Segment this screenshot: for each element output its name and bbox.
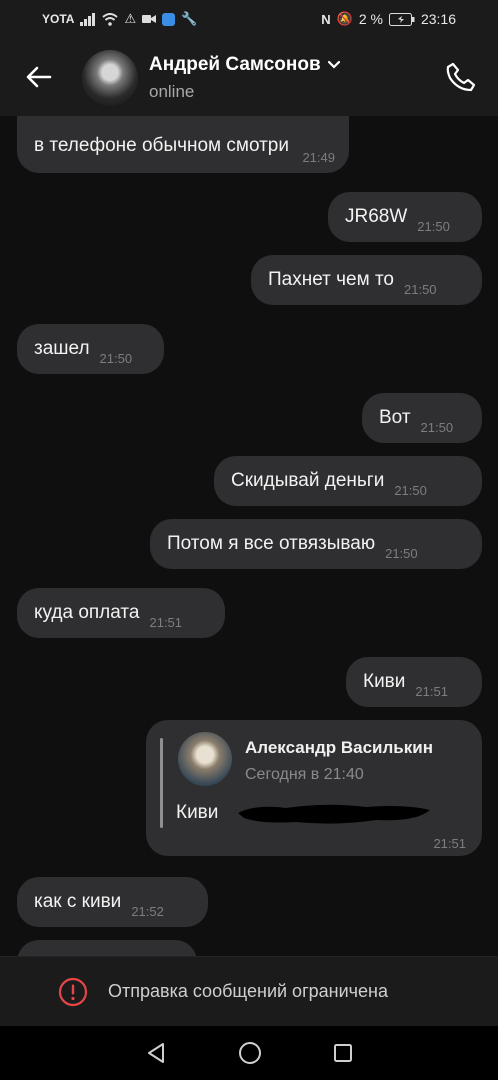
- carrier-label: YOTA: [42, 12, 75, 26]
- message-time: 21:51: [149, 615, 183, 630]
- message-bubble[interactable]: Пахнет чем то 21:50: [251, 255, 482, 305]
- message-time: 21:50: [420, 420, 454, 435]
- nav-back-icon[interactable]: [145, 1042, 167, 1064]
- message-bubble[interactable]: Киви 21:51: [346, 657, 482, 707]
- forward-date: Сегодня в 21:40: [245, 766, 364, 783]
- contact-status: online: [149, 82, 195, 101]
- message-bubble[interactable]: Потом я все отвязываю 21:50: [150, 519, 482, 569]
- message-time: 21:50: [404, 282, 437, 297]
- forward-quote-bar: [160, 738, 163, 828]
- message-text: Киви: [363, 671, 406, 692]
- message-time: 21:49: [302, 150, 335, 165]
- redaction-scribble: [238, 804, 430, 824]
- wrench-icon: 🔧: [181, 11, 198, 26]
- forwarded-message[interactable]: Александр Василькин Сегодня в 21:40 Киви…: [146, 720, 482, 856]
- video-icon: [142, 15, 157, 23]
- message-bubble[interactable]: как с киви 21:52: [17, 877, 208, 927]
- signal-icon: [80, 12, 96, 26]
- message-bubble[interactable]: JR68W 21:50: [328, 192, 482, 242]
- back-arrow-icon[interactable]: [22, 60, 56, 94]
- message-text: в телефоне обычном смотри: [34, 135, 289, 156]
- contact-avatar[interactable]: [82, 50, 138, 106]
- message-text: куда оплата: [34, 602, 140, 623]
- contact-name: Андрей Самсонов: [149, 54, 321, 75]
- message-bubble[interactable]: [17, 940, 197, 956]
- clock: 23:16: [420, 11, 456, 27]
- message-bubble[interactable]: Вот 21:50: [362, 393, 482, 443]
- nav-home-icon[interactable]: [238, 1041, 262, 1065]
- forward-text: Киви: [176, 802, 219, 823]
- message-text: Вот: [379, 407, 411, 428]
- message-list[interactable]: в телефоне обычном смотри 21:49 JR68W 21…: [0, 116, 498, 956]
- restricted-text: Отправка сообщений ограничена: [108, 981, 388, 1001]
- system-nav-bar: [0, 1026, 498, 1080]
- message-text: зашел: [34, 338, 90, 359]
- message-time: 21:50: [417, 219, 450, 234]
- message-text: JR68W: [345, 206, 408, 227]
- message-bubble[interactable]: в телефоне обычном смотри 21:49: [17, 116, 349, 173]
- message-time: 21:51: [433, 836, 466, 851]
- alert-icon: ⚠: [124, 11, 137, 26]
- message-time: 21:50: [99, 351, 133, 366]
- warning-icon: [58, 977, 88, 1006]
- message-text: Потом я все отвязываю: [167, 533, 376, 554]
- contact-info[interactable]: Андрей Самсонов online: [149, 54, 341, 102]
- message-time: 21:52: [131, 904, 164, 919]
- battery-icon: [388, 12, 415, 26]
- message-bubble[interactable]: Скидывай деньги 21:50: [214, 456, 482, 506]
- status-bar: YOTA ⚠ 🔧 N 🔕 2 % 23:16: [0, 0, 498, 38]
- app-icon: [162, 12, 176, 26]
- chat-header: Андрей Самсонов online: [0, 38, 498, 116]
- nav-recents-icon[interactable]: [333, 1043, 353, 1063]
- forward-author-avatar[interactable]: [178, 732, 232, 786]
- battery-percent: 2 %: [358, 11, 383, 27]
- message-time: 21:50: [394, 483, 427, 498]
- forward-author-name[interactable]: Александр Василькин: [245, 738, 433, 758]
- message-time: 21:50: [385, 546, 418, 561]
- sending-restricted-banner: Отправка сообщений ограничена: [0, 956, 498, 1026]
- message-text: Пахнет чем то: [268, 269, 394, 290]
- bell-off-icon: 🔕: [336, 11, 353, 26]
- wifi-icon: [102, 12, 119, 26]
- message-bubble[interactable]: зашел 21:50: [17, 324, 164, 374]
- message-text: Скидывай деньги: [231, 470, 385, 491]
- chevron-down-icon: [327, 60, 340, 69]
- message-text: как с киви: [34, 891, 122, 912]
- message-bubble[interactable]: куда оплата 21:51: [17, 588, 225, 638]
- phone-icon[interactable]: [444, 60, 478, 94]
- message-time: 21:51: [415, 684, 448, 699]
- nfc-icon: N: [321, 11, 331, 27]
